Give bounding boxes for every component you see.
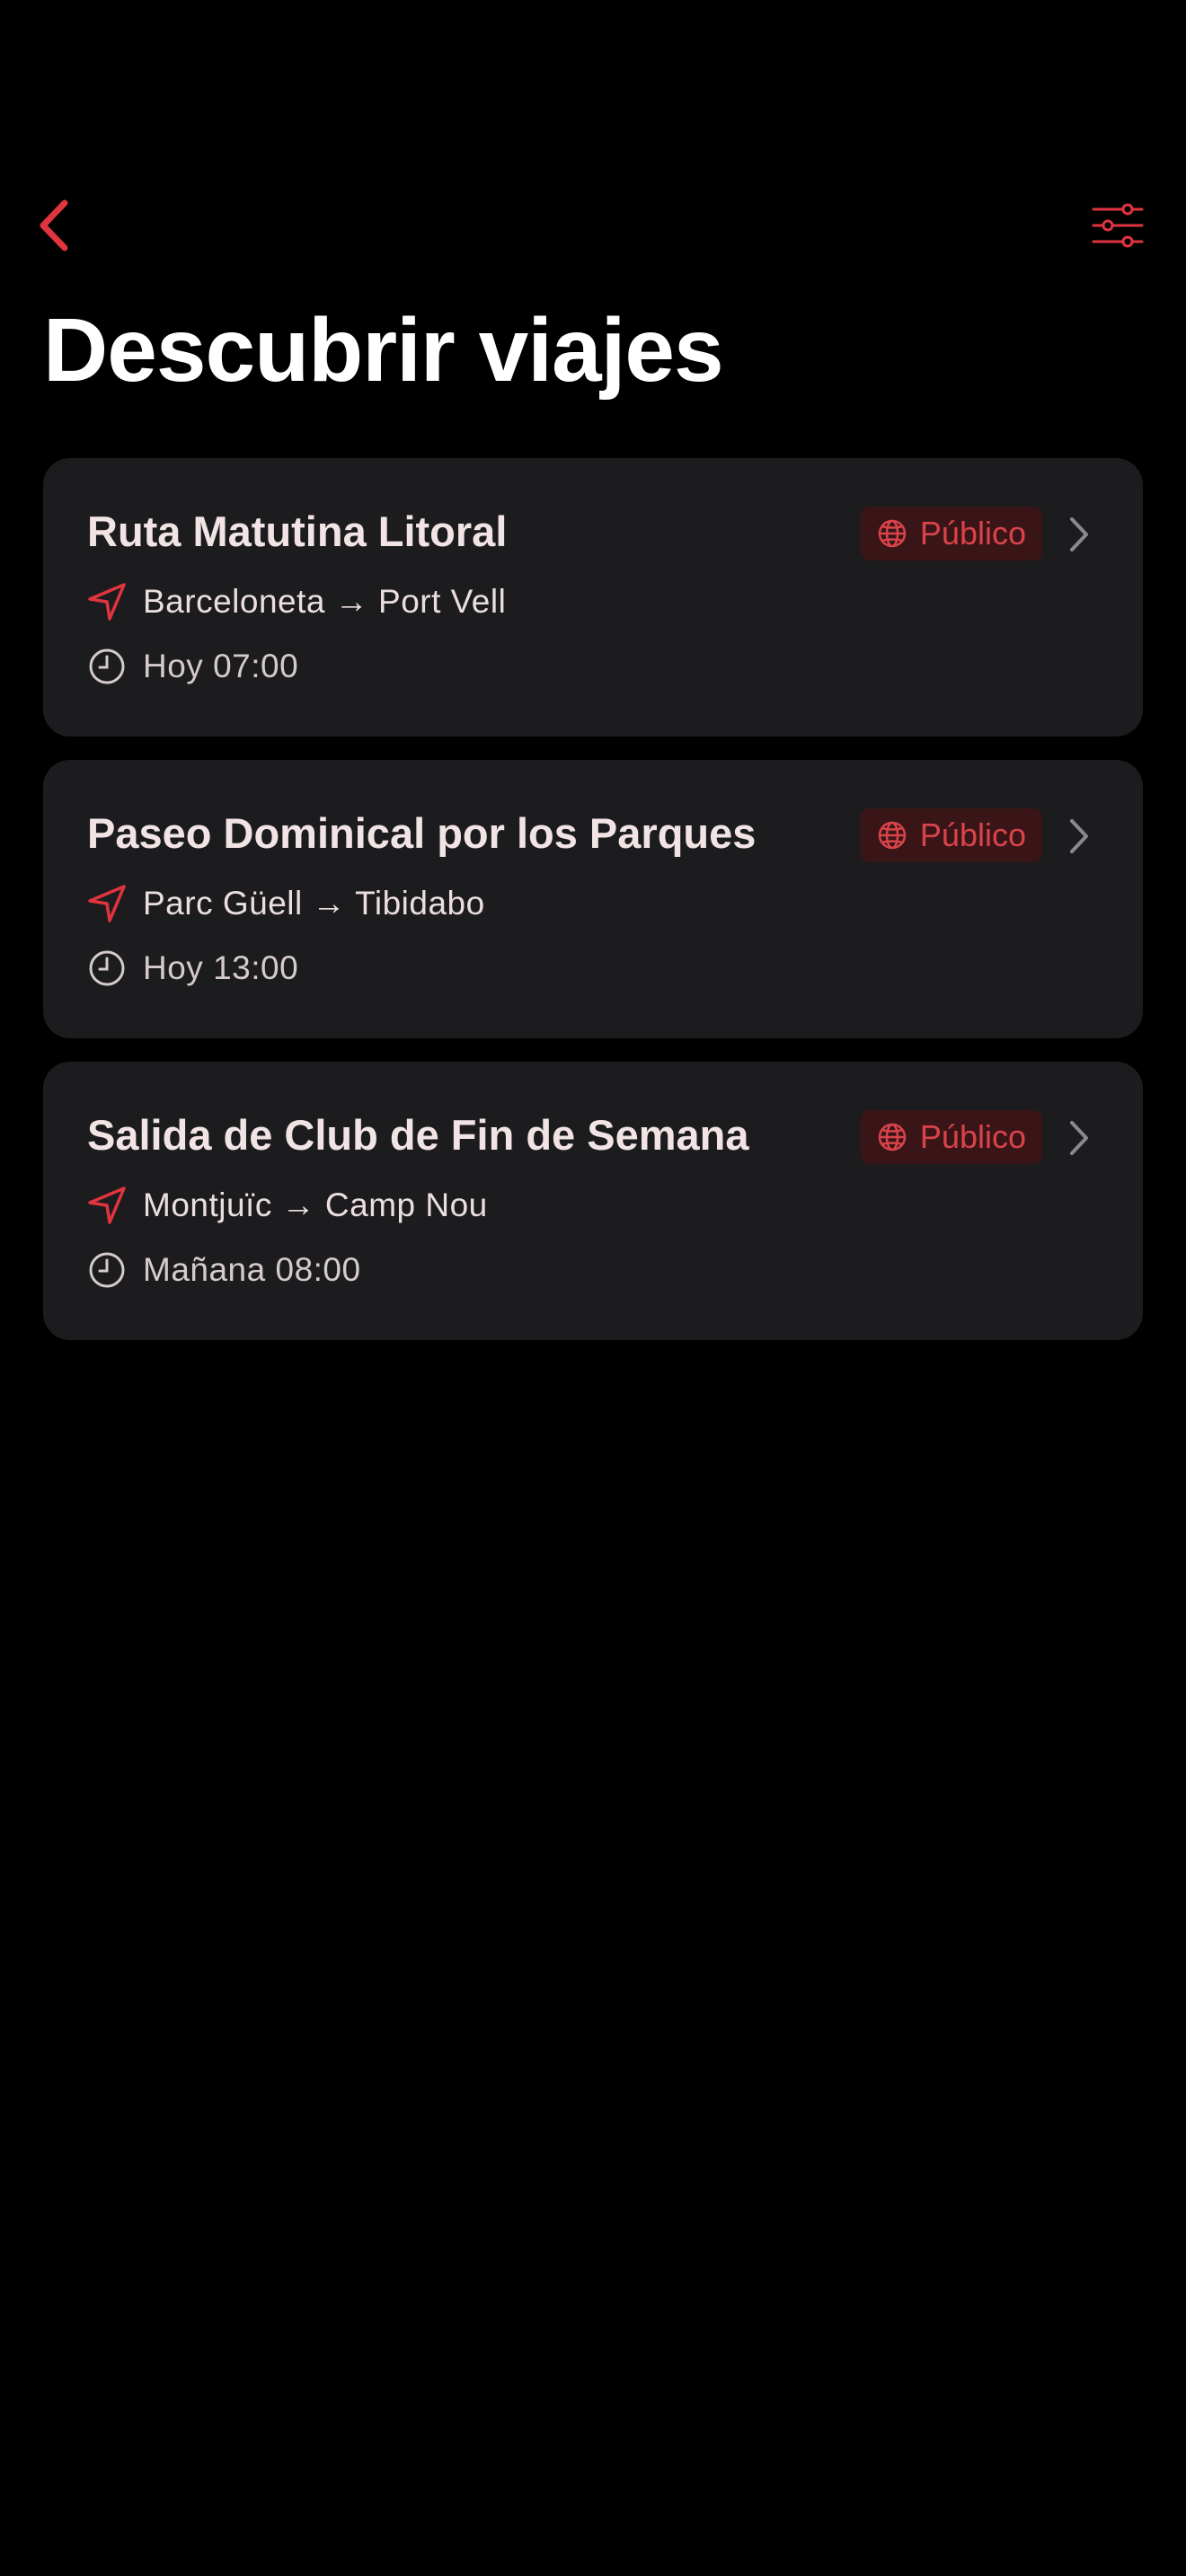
location-arrow-icon <box>87 1186 127 1225</box>
chevron-left-icon <box>40 199 68 251</box>
location-arrow-icon <box>87 884 127 923</box>
location-arrow-icon <box>87 582 127 622</box>
sliders-icon <box>1092 203 1144 248</box>
trip-title: Paseo Dominical por los Parques <box>87 809 757 857</box>
chevron-right-icon <box>1070 819 1088 853</box>
trip-title: Ruta Matutina Litoral <box>87 507 508 555</box>
trip-list: Ruta Matutina Litoral Público Barcelonet… <box>43 458 1143 1363</box>
clock-icon <box>87 1250 127 1290</box>
visibility-badge: Público <box>860 507 1042 560</box>
route-label: Barceloneta → Port Vell <box>143 583 507 620</box>
time-label: Hoy 07:00 <box>143 648 299 684</box>
time-label: Mañana 08:00 <box>143 1251 361 1288</box>
trip-title: Salida de Club de Fin de Semana <box>87 1111 749 1159</box>
route-label: Montjuïc → Camp Nou <box>143 1187 488 1223</box>
badge-label: Público <box>919 1118 1026 1155</box>
trip-time: Hoy 13:00 <box>87 948 298 988</box>
trip-route: Parc Güell → Tibidabo <box>87 884 485 923</box>
route-label: Parc Güell → Tibidabo <box>143 885 485 922</box>
clock-icon <box>87 647 127 686</box>
back-button[interactable] <box>27 194 81 257</box>
trip-route: Montjuïc → Camp Nou <box>87 1186 488 1225</box>
trip-card[interactable]: Paseo Dominical por los Parques Público <box>43 760 1143 1038</box>
badge-label: Público <box>919 515 1026 551</box>
trip-route: Barceloneta → Port Vell <box>87 582 506 622</box>
filter-button[interactable] <box>1085 198 1150 253</box>
trip-time: Mañana 08:00 <box>87 1250 361 1290</box>
chevron-right-icon <box>1070 517 1088 551</box>
chevron-right-icon <box>1070 1121 1088 1155</box>
navigation-bar <box>0 180 1186 269</box>
page-title: Descubrir viajes <box>43 300 724 401</box>
globe-icon <box>878 821 907 850</box>
clock-icon <box>87 948 127 988</box>
trip-card[interactable]: Ruta Matutina Litoral Público Barcelonet… <box>43 458 1143 737</box>
time-label: Hoy 13:00 <box>143 949 299 986</box>
visibility-badge: Público <box>860 1110 1042 1164</box>
trip-time: Hoy 07:00 <box>87 647 298 686</box>
visibility-badge: Público <box>860 808 1042 862</box>
globe-icon <box>878 519 907 548</box>
globe-icon <box>878 1123 907 1151</box>
badge-label: Público <box>919 816 1026 853</box>
trip-card[interactable]: Salida de Club de Fin de Semana Público <box>43 1062 1143 1340</box>
